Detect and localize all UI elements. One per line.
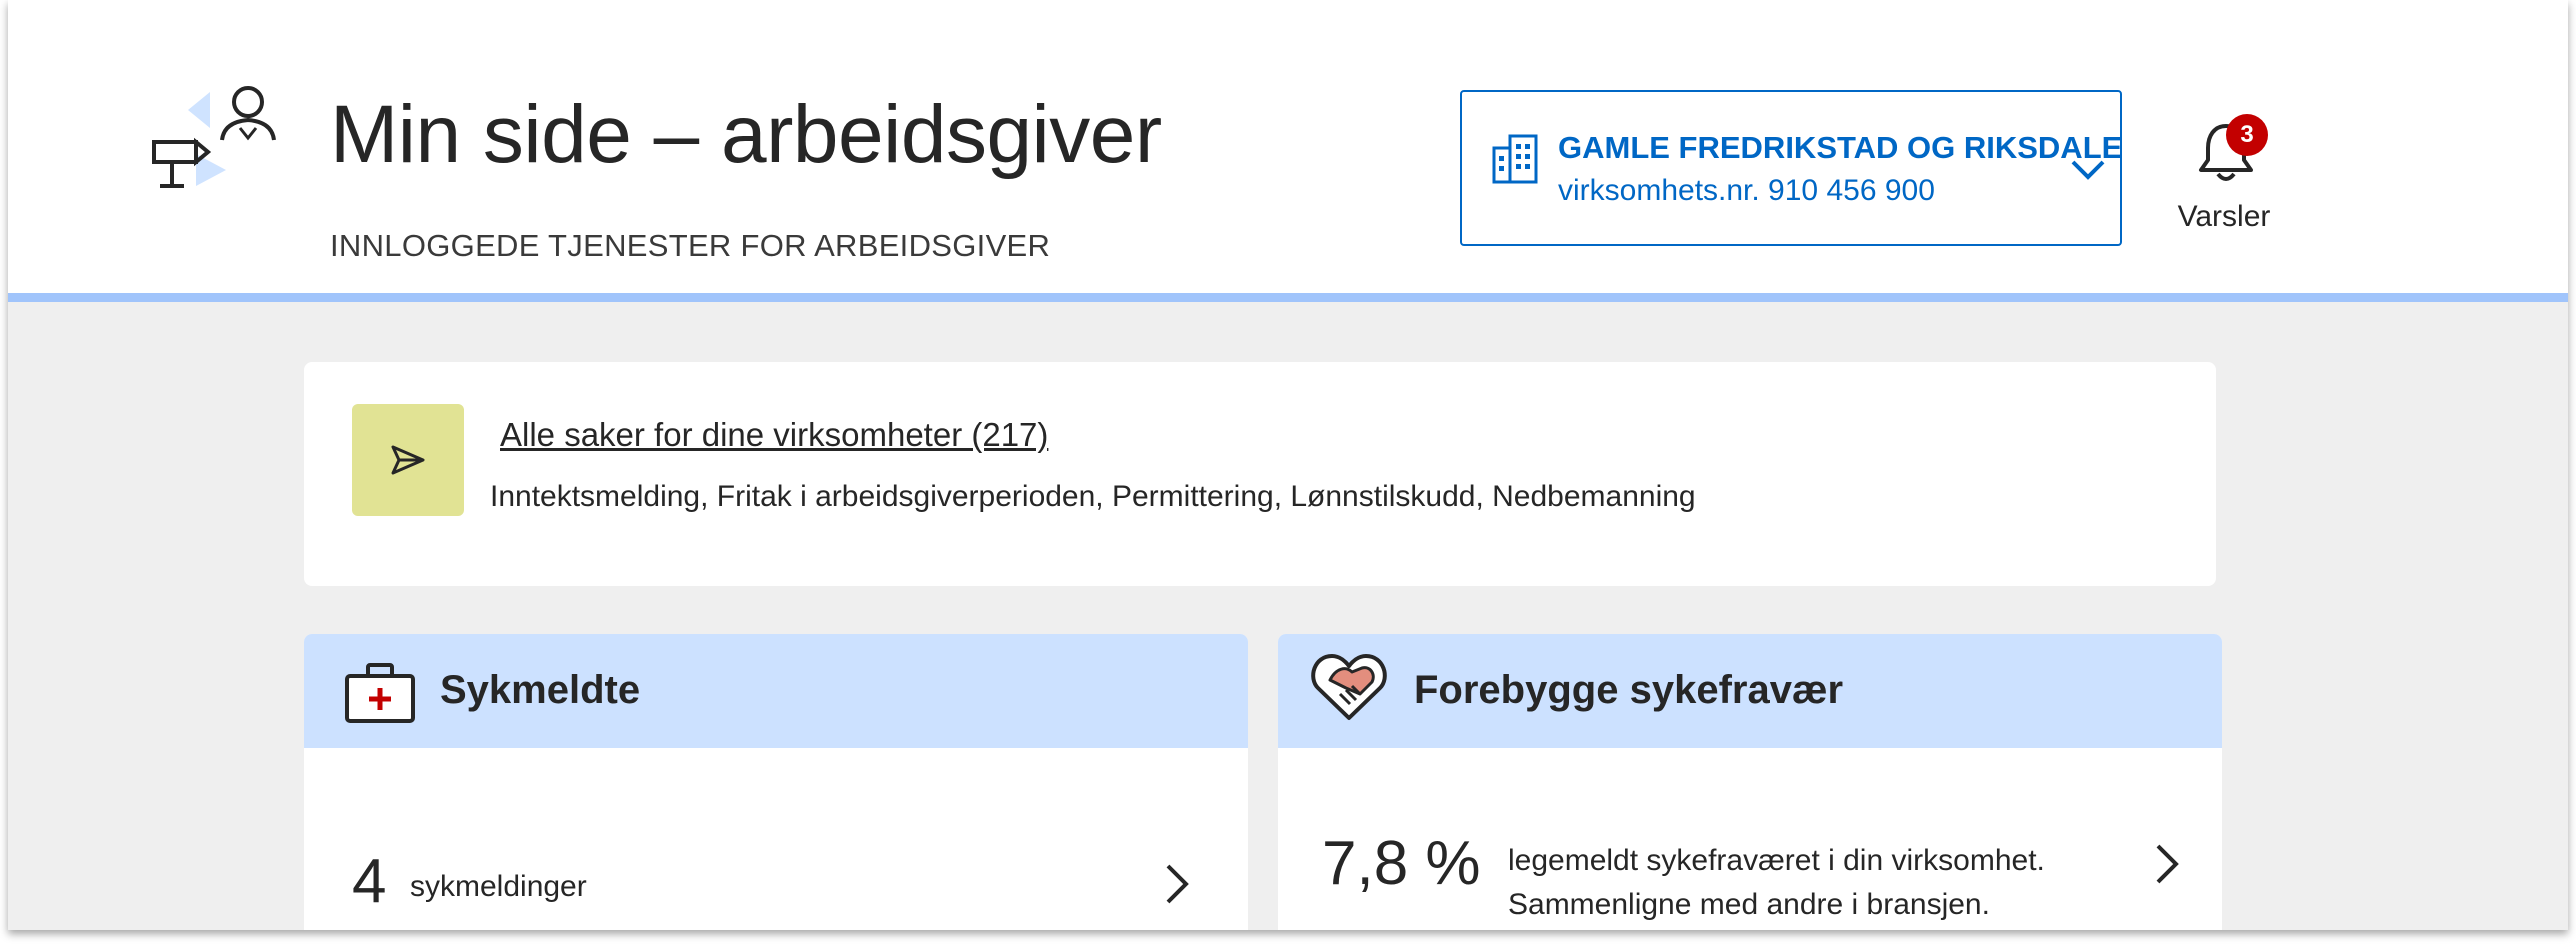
page-subtitle: INNLOGGEDE TJENESTER FOR ARBEIDSGIVER bbox=[330, 228, 1051, 263]
cases-card: Alle saker for dine virksomheter (217) I… bbox=[304, 362, 2216, 586]
absence-percent: 7,8 % bbox=[1322, 829, 1481, 898]
sick-leave-count-label: sykmeldinger bbox=[410, 870, 587, 903]
sick-leave-panel: Sykmeldte 4 sykmeldinger bbox=[304, 634, 1248, 930]
chevron-right-icon[interactable] bbox=[1162, 862, 1192, 906]
app-frame: Min side – arbeidsgiver INNLOGGEDE TJENE… bbox=[8, 0, 2568, 930]
absence-description-line2: Sammenligne med andre i bransjen. bbox=[1508, 888, 1990, 921]
prevent-absence-panel-header: Forebygge sykefravær bbox=[1278, 634, 2222, 748]
sick-leave-panel-header: Sykmeldte bbox=[304, 634, 1248, 748]
notifications-label: Varsler bbox=[2177, 200, 2271, 233]
first-aid-kit-icon bbox=[345, 663, 415, 723]
absence-description-line1: legemeldt sykefraværet i din virksomhet. bbox=[1508, 844, 2045, 877]
chevron-right-icon[interactable] bbox=[2152, 842, 2182, 886]
chevron-down-icon bbox=[2071, 160, 2105, 180]
organization-selector[interactable]: GAMLE FREDRIKSTAD OG RIKSDALE virksomhet… bbox=[1460, 90, 2122, 246]
cases-description: Inntektsmelding, Fritak i arbeidsgiverpe… bbox=[490, 480, 1696, 513]
building-icon bbox=[1492, 134, 1538, 184]
notification-count-badge: 3 bbox=[2226, 114, 2268, 156]
heart-handshake-icon bbox=[1311, 654, 1387, 720]
organization-name: GAMLE FREDRIKSTAD OG RIKSDALE bbox=[1558, 130, 2123, 165]
prevent-absence-title: Forebygge sykefravær bbox=[1414, 668, 1844, 712]
organization-number: virksomhets.nr. 910 456 900 bbox=[1558, 174, 1935, 207]
signpost-person-icon bbox=[152, 86, 276, 188]
all-cases-link[interactable]: Alle saker for dine virksomheter (217) bbox=[500, 416, 1048, 454]
cases-icon-box bbox=[352, 404, 464, 516]
page-title: Min side – arbeidsgiver bbox=[330, 89, 1162, 180]
sick-leave-count: 4 bbox=[352, 847, 387, 916]
paper-plane-icon bbox=[391, 445, 425, 475]
prevent-absence-panel: Forebygge sykefravær 7,8 % legemeldt syk… bbox=[1278, 634, 2222, 930]
page-header: Min side – arbeidsgiver INNLOGGEDE TJENE… bbox=[8, 0, 2568, 302]
sick-leave-title: Sykmeldte bbox=[440, 668, 641, 712]
notifications-button[interactable]: 3 Varsler bbox=[2162, 112, 2286, 242]
